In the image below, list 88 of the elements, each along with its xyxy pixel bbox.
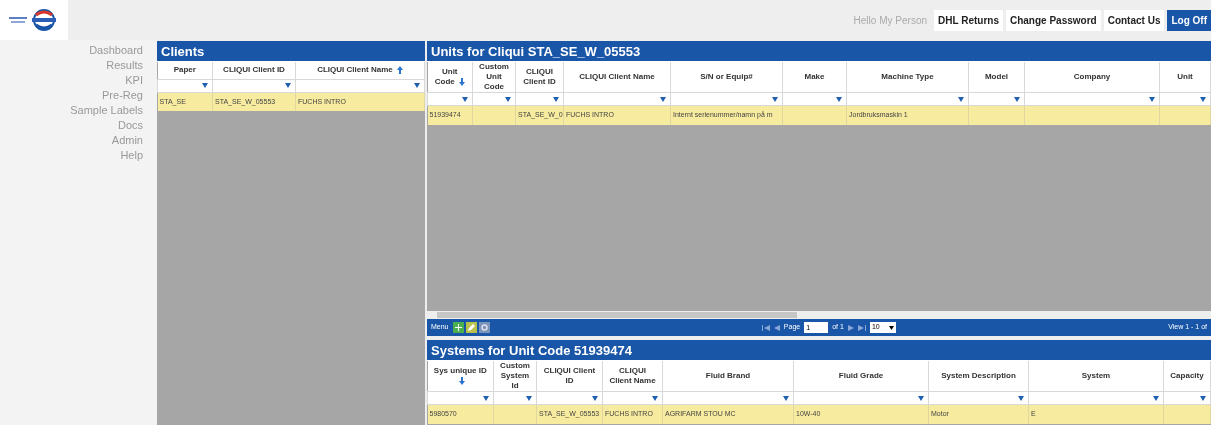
column-header[interactable]: Unit Code [427,62,473,93]
greeting-text: Hello [853,13,877,28]
first-page-icon[interactable] [761,324,770,331]
filter-dropdown-icon[interactable] [772,96,778,102]
filter-field[interactable] [1159,92,1211,106]
filter-field[interactable] [427,92,473,106]
filter-dropdown-icon[interactable] [1200,96,1206,102]
filter-dropdown-icon[interactable] [1149,96,1155,102]
edit-button[interactable] [465,322,477,333]
filter-dropdown-icon[interactable] [505,96,511,102]
settings-icon [480,324,488,331]
filter-dropdown-icon[interactable] [526,395,532,401]
filter-field[interactable] [670,92,783,106]
column-header[interactable]: CLIQUI Client Name [563,62,671,93]
filter-field[interactable] [157,79,213,92]
column-header[interactable]: Fluid Grade [793,361,929,392]
column-header[interactable]: Capacity [1163,361,1211,392]
column-header[interactable]: Make [782,62,847,93]
next-page-icon[interactable] [847,324,854,331]
pencil-icon [467,324,475,331]
filter-field[interactable] [662,391,794,405]
panel-title: Systems for Unit Code 51939474 [427,340,1211,361]
logo[interactable] [0,0,68,40]
filter-field[interactable] [472,92,516,106]
filter-dropdown-icon[interactable] [918,395,924,401]
caret-icon [888,325,894,330]
filter-field[interactable] [515,92,564,106]
filter-field[interactable] [212,79,296,92]
filter-field[interactable] [782,92,847,106]
column-header[interactable]: Paper [157,62,213,79]
add-button[interactable] [452,322,464,333]
filter-field[interactable] [1028,391,1164,405]
filter-field[interactable] [1024,92,1160,106]
filter-field[interactable] [846,92,969,106]
column-header[interactable]: Machine Type [846,62,969,93]
filter-field[interactable] [295,79,425,92]
filter-field[interactable] [968,92,1025,106]
column-header[interactable]: CLIQUI Client ID [212,62,296,79]
header-link[interactable]: DHL Returns [934,9,1003,31]
filter-dropdown-icon[interactable] [958,96,964,102]
header-link[interactable]: Change Password [1005,9,1101,31]
plus-icon [454,324,462,331]
filter-dropdown-icon[interactable] [660,96,666,102]
previous-page-icon[interactable] [773,324,780,331]
filter-dropdown-icon[interactable] [553,96,559,102]
column-header[interactable]: Sys unique ID [427,361,494,392]
filter-dropdown-icon[interactable] [836,96,842,102]
filter-dropdown-icon[interactable] [462,96,468,102]
column-header[interactable]: CLIQUI Client Name [295,62,425,79]
column-header[interactable]: CLIQUI Client Name [602,361,663,392]
horizontal-scrollbar[interactable] [427,311,1211,319]
filter-field[interactable] [602,391,663,405]
filter-dropdown-icon[interactable] [202,83,208,88]
column-header[interactable]: Custom System Id [493,361,537,392]
filter-field[interactable] [427,391,494,405]
column-header[interactable]: Company [1024,62,1160,93]
filter-dropdown-icon[interactable] [285,83,291,88]
filter-dropdown-icon[interactable] [414,83,420,88]
column-header[interactable]: CLIQUI Client ID [536,361,603,392]
column-header[interactable]: System [1028,361,1164,392]
filter-dropdown-icon[interactable] [1018,395,1024,401]
filter-field[interactable] [793,391,929,405]
filter-dropdown-icon[interactable] [1153,395,1159,401]
filter-dropdown-icon[interactable] [592,395,598,401]
filter-dropdown-icon[interactable] [1014,96,1020,102]
column-header[interactable]: Fluid Brand [662,361,794,392]
column-header[interactable]: CLIQUI Client ID [515,62,564,93]
column-header[interactable]: Custom Unit Code [472,62,516,93]
header-link[interactable]: Log Off [1167,9,1211,31]
filter-dropdown-icon[interactable] [783,395,789,401]
filter-field[interactable] [928,391,1029,405]
column-header[interactable]: System Description [928,361,1029,392]
header-link[interactable]: Contact Us [1103,9,1165,31]
column-header[interactable]: Model [968,62,1025,93]
filter-field[interactable] [1163,391,1211,405]
panel-title: Clients [157,41,425,62]
column-header[interactable]: S/N or Equip# [670,62,783,93]
column-header[interactable]: Unit [1159,62,1211,93]
filter-dropdown-icon[interactable] [1200,395,1206,401]
settings-button[interactable] [478,322,490,333]
last-page-icon[interactable] [857,324,866,331]
filter-dropdown-icon[interactable] [652,395,658,401]
panel-title: Units for Cliqui STA_SE_W_05553 [427,41,1211,62]
filter-field[interactable] [536,391,603,405]
user-name: My Person [879,13,927,28]
filter-field[interactable] [493,391,537,405]
filter-dropdown-icon[interactable] [483,395,489,401]
filter-field[interactable] [563,92,671,106]
